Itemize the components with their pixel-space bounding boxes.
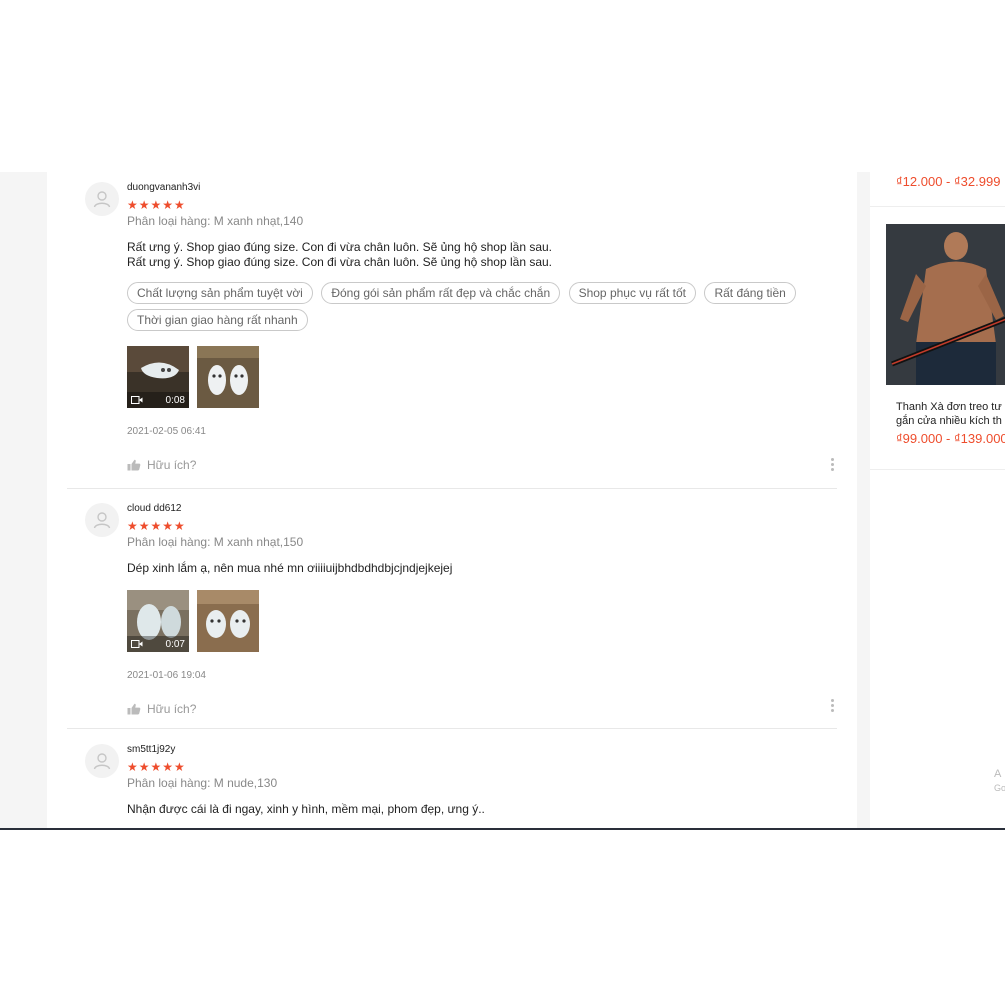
helpful-button[interactable]: Hữu ích?: [127, 702, 837, 716]
review-comment: Nhận được cái là đi ngay, xinh y hình, m…: [127, 802, 837, 817]
review-image-thumbnail[interactable]: [197, 590, 259, 652]
review-date: 2021-01-06 19:04: [127, 670, 206, 681]
review-photo: [197, 346, 259, 408]
more-options-icon[interactable]: [831, 456, 835, 473]
review-comment-line: Rất ưng ý. Shop giao đúng size. Con đi v…: [127, 240, 553, 254]
video-duration: 0:08: [165, 394, 185, 406]
video-badge: 0:07: [127, 636, 189, 652]
review-comment: Rất ưng ý. Shop giao đúng size. Con đi v…: [127, 240, 837, 270]
review-item: cloud dd612 ★★★★★ Phân loại hàng: M xanh…: [67, 493, 837, 729]
corner-text: A Go: [994, 767, 1005, 795]
review-video-thumbnail[interactable]: 0:07: [127, 590, 189, 652]
review-variant: Phân loại hàng: M xanh nhạt,150: [127, 535, 304, 549]
more-options-icon[interactable]: [831, 697, 835, 714]
similar-products-sidebar: ₫12.000 - ₫32.999 Thanh Xà đơn treo tư g…: [870, 172, 1005, 829]
product-card[interactable]: Thanh Xà đơn treo tư gắn cửa nhiều kích …: [886, 224, 1005, 446]
review-tag[interactable]: Rất đáng tiền: [704, 282, 796, 304]
review-username[interactable]: sm5tt1j92y: [127, 744, 837, 756]
product-title-line: gắn cửa nhiều kích th: [896, 415, 1002, 427]
review-photo: [197, 590, 259, 652]
avatar[interactable]: [85, 503, 119, 537]
review-comment-line: Nhận được cái là đi ngay, xinh y hình, m…: [127, 802, 485, 816]
user-icon: [93, 753, 111, 770]
bottom-border: [0, 828, 1005, 830]
corner-text-line: Go: [994, 783, 1005, 793]
review-media: 0:08: [127, 346, 837, 408]
page-frame: duongvananh3vi ★★★★★ Phân loại hàng: M x…: [0, 172, 1005, 829]
product-title[interactable]: Thanh Xà đơn treo tư gắn cửa nhiều kích …: [896, 400, 1005, 428]
thumbs-up-icon: [127, 459, 141, 471]
review-item: duongvananh3vi ★★★★★ Phân loại hàng: M x…: [67, 172, 837, 489]
review-comment-line: Dép xinh lắm ạ, nên mua nhé mn ơiiiiuijb…: [127, 561, 453, 575]
review-tag[interactable]: Shop phục vụ rất tốt: [568, 282, 696, 304]
avatar[interactable]: [85, 744, 119, 778]
review-date: 2021-02-05 06:41: [127, 426, 206, 437]
product-title-line: Thanh Xà đơn treo tư: [896, 401, 1002, 413]
reviews-panel: duongvananh3vi ★★★★★ Phân loại hàng: M x…: [47, 172, 857, 829]
review-tag[interactable]: Đóng gói sản phẩm rất đẹp và chắc chắn: [321, 282, 561, 304]
review-image-thumbnail[interactable]: [197, 346, 259, 408]
helpful-label: Hữu ích?: [147, 702, 197, 716]
product-image[interactable]: [886, 224, 1005, 385]
helpful-button[interactable]: Hữu ích?: [127, 458, 837, 472]
star-rating: ★★★★★: [127, 519, 186, 533]
corner-text-line: A: [994, 768, 1002, 780]
user-icon: [93, 512, 111, 529]
review-username[interactable]: duongvananh3vi: [127, 182, 837, 194]
review-variant: Phân loại hàng: M xanh nhạt,140: [127, 214, 304, 228]
review-tag[interactable]: Chất lượng sản phẩm tuyệt vời: [127, 282, 313, 304]
star-rating: ★★★★★: [127, 198, 186, 212]
review-video-thumbnail[interactable]: 0:08: [127, 346, 189, 408]
review-tag[interactable]: Thời gian giao hàng rất nhanh: [127, 309, 308, 331]
video-badge: 0:08: [127, 392, 189, 408]
product-price-range: ₫12.000 - ₫32.999: [896, 174, 1001, 189]
thumbs-up-icon: [127, 703, 141, 715]
review-comment-line: Rất ưng ý. Shop giao đúng size. Con đi v…: [127, 255, 553, 269]
helpful-label: Hữu ích?: [147, 458, 197, 472]
user-icon: [93, 191, 111, 208]
review-variant: Phân loại hàng: M nude,130: [127, 776, 278, 790]
review-media: 0:07: [127, 590, 837, 652]
review-username[interactable]: cloud dd612: [127, 503, 837, 515]
video-camera-icon: [131, 640, 143, 648]
video-camera-icon: [131, 396, 143, 404]
review-tags: Chất lượng sản phẩm tuyệt vời Đóng gói s…: [127, 282, 817, 336]
review-comment: Dép xinh lắm ạ, nên mua nhé mn ơiiiiuijb…: [127, 561, 837, 576]
avatar[interactable]: [85, 182, 119, 216]
star-rating: ★★★★★: [127, 760, 186, 774]
video-duration: 0:07: [165, 638, 185, 650]
review-item: sm5tt1j92y ★★★★★ Phân loại hàng: M nude,…: [67, 734, 837, 829]
product-price: ₫99.000 - ₫139.000: [896, 431, 1005, 446]
